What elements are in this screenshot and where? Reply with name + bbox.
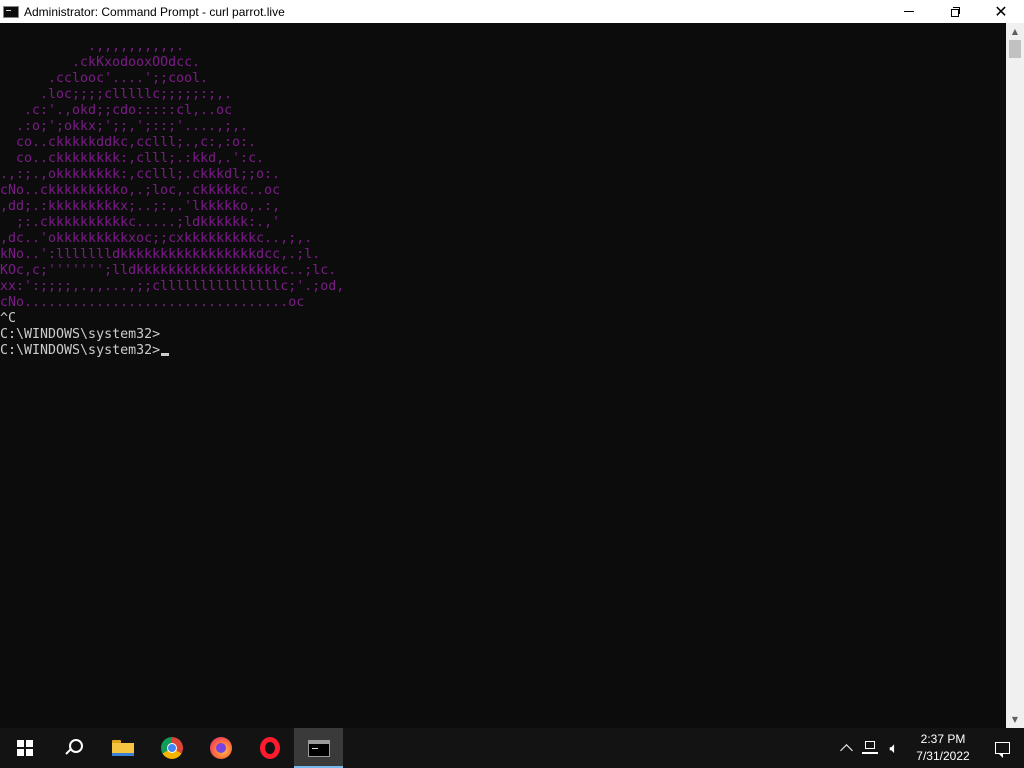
clock-date: 7/31/2022 <box>916 749 970 763</box>
prompt-line: C:\WINDOWS\system32> <box>0 343 344 359</box>
ascii-art-line: KOc,c;''''''';lldkkkkkkkkkkkkkkkkkkc..;l… <box>0 263 337 278</box>
cmd-app-icon[interactable] <box>3 5 19 18</box>
chrome-icon <box>160 737 183 759</box>
volume-icon: 🔈︎ <box>889 739 899 757</box>
start-button[interactable] <box>0 728 49 768</box>
window-controls: ✕ <box>886 0 1024 23</box>
scroll-up-arrow-icon[interactable]: ▲ <box>1006 23 1024 40</box>
chevron-up-icon <box>839 744 853 757</box>
search-icon <box>65 739 83 757</box>
search-button[interactable] <box>49 728 98 768</box>
opera-icon <box>259 737 280 759</box>
ascii-art-line: co..ckkkkkddkc,cclll;.,c:,:o:. <box>0 135 257 150</box>
console-text: .,,,,,,,,,,. .ckKxodooxOOdcc. .cclooc'..… <box>0 39 344 359</box>
taskbar-command-prompt[interactable] <box>294 728 343 768</box>
prompt-line: C:\WINDOWS\system32> <box>0 327 161 342</box>
ascii-art-line: cNo.................................oc <box>0 295 305 310</box>
show-hidden-icons-button[interactable] <box>834 728 858 768</box>
ascii-art-line: .c:'.,okd;;cdo:::::cl,..oc <box>0 103 233 118</box>
ascii-art-line: ,dd;.:kkkkkkkkkx;..;:,.'lkkkkko,.:, <box>0 199 281 214</box>
interrupt-line: ^C <box>0 311 17 326</box>
taskbar: 🔈︎ 2:37 PM 7/31/2022 <box>0 728 1024 768</box>
restore-button[interactable] <box>932 0 978 23</box>
ascii-art-line: .:o;';okkx;';;,';::;'....,;,. <box>0 119 249 134</box>
windows-icon <box>16 740 33 756</box>
scroll-down-arrow-icon[interactable]: ▼ <box>1006 711 1024 728</box>
ascii-art-line: xx:':;;;;,.,,...,;;clllllllllllllllc;'.;… <box>0 279 345 294</box>
ascii-art-line: .,:;.,okkkkkkkk:,cclll;.ckkkdl;;o:. <box>0 167 281 182</box>
taskbar-firefox[interactable] <box>196 728 245 768</box>
ascii-art-line: .,,,,,,,,,,. <box>0 39 185 54</box>
close-icon: ✕ <box>994 1 1008 21</box>
ascii-art-line: .cclooc'....';;cool. <box>0 71 209 86</box>
minimize-icon <box>904 11 914 12</box>
title-bar[interactable]: Administrator: Command Prompt - curl par… <box>0 0 1024 23</box>
ascii-art-line: ;:.ckkkkkkkkkkc.....;ldkkkkkk:.,' <box>0 215 281 230</box>
cmd-icon <box>307 739 330 757</box>
action-center-button[interactable] <box>980 728 1024 768</box>
system-tray: 🔈︎ 2:37 PM 7/31/2022 <box>834 728 1024 768</box>
taskbar-chrome[interactable] <box>147 728 196 768</box>
network-icon <box>862 741 878 755</box>
taskbar-opera[interactable] <box>245 728 294 768</box>
taskbar-file-explorer[interactable] <box>98 728 147 768</box>
ascii-art-line: .ckKxodooxOOdcc. <box>0 55 201 70</box>
network-button[interactable] <box>858 728 882 768</box>
console-output[interactable]: .,,,,,,,,,,. .ckKxodooxOOdcc. .cclooc'..… <box>0 23 1006 728</box>
firefox-icon <box>209 737 232 759</box>
notification-icon <box>994 742 1010 758</box>
ascii-art-line: ,dc..'okkkkkkkkkxoc;;cxkkkkkkkkkc..,;,. <box>0 231 313 246</box>
restore-icon <box>950 7 960 17</box>
ascii-art-line: co..ckkkkkkkk:,clll;.:kkd,.':c. <box>0 151 265 166</box>
close-button[interactable]: ✕ <box>978 0 1024 23</box>
vertical-scrollbar[interactable]: ▲ ▼ <box>1006 23 1024 728</box>
ascii-art-line: kNo..':llllllldkkkkkkkkkkkkkkkkkdcc,.;l. <box>0 247 321 262</box>
clock-button[interactable]: 2:37 PM 7/31/2022 <box>906 728 980 768</box>
ascii-art-line: cNo..ckkkkkkkkko,.;loc,.ckkkkkc..oc <box>0 183 281 198</box>
ascii-art-line: .loc;;;;clllllc;;;;;:;,. <box>0 87 233 102</box>
clock-time: 2:37 PM <box>920 732 966 746</box>
volume-button[interactable]: 🔈︎ <box>882 728 906 768</box>
text-cursor <box>161 353 170 356</box>
folder-icon <box>111 740 134 756</box>
minimize-button[interactable] <box>886 0 932 23</box>
scroll-thumb[interactable] <box>1009 40 1021 58</box>
window-title: Administrator: Command Prompt - curl par… <box>24 4 285 19</box>
